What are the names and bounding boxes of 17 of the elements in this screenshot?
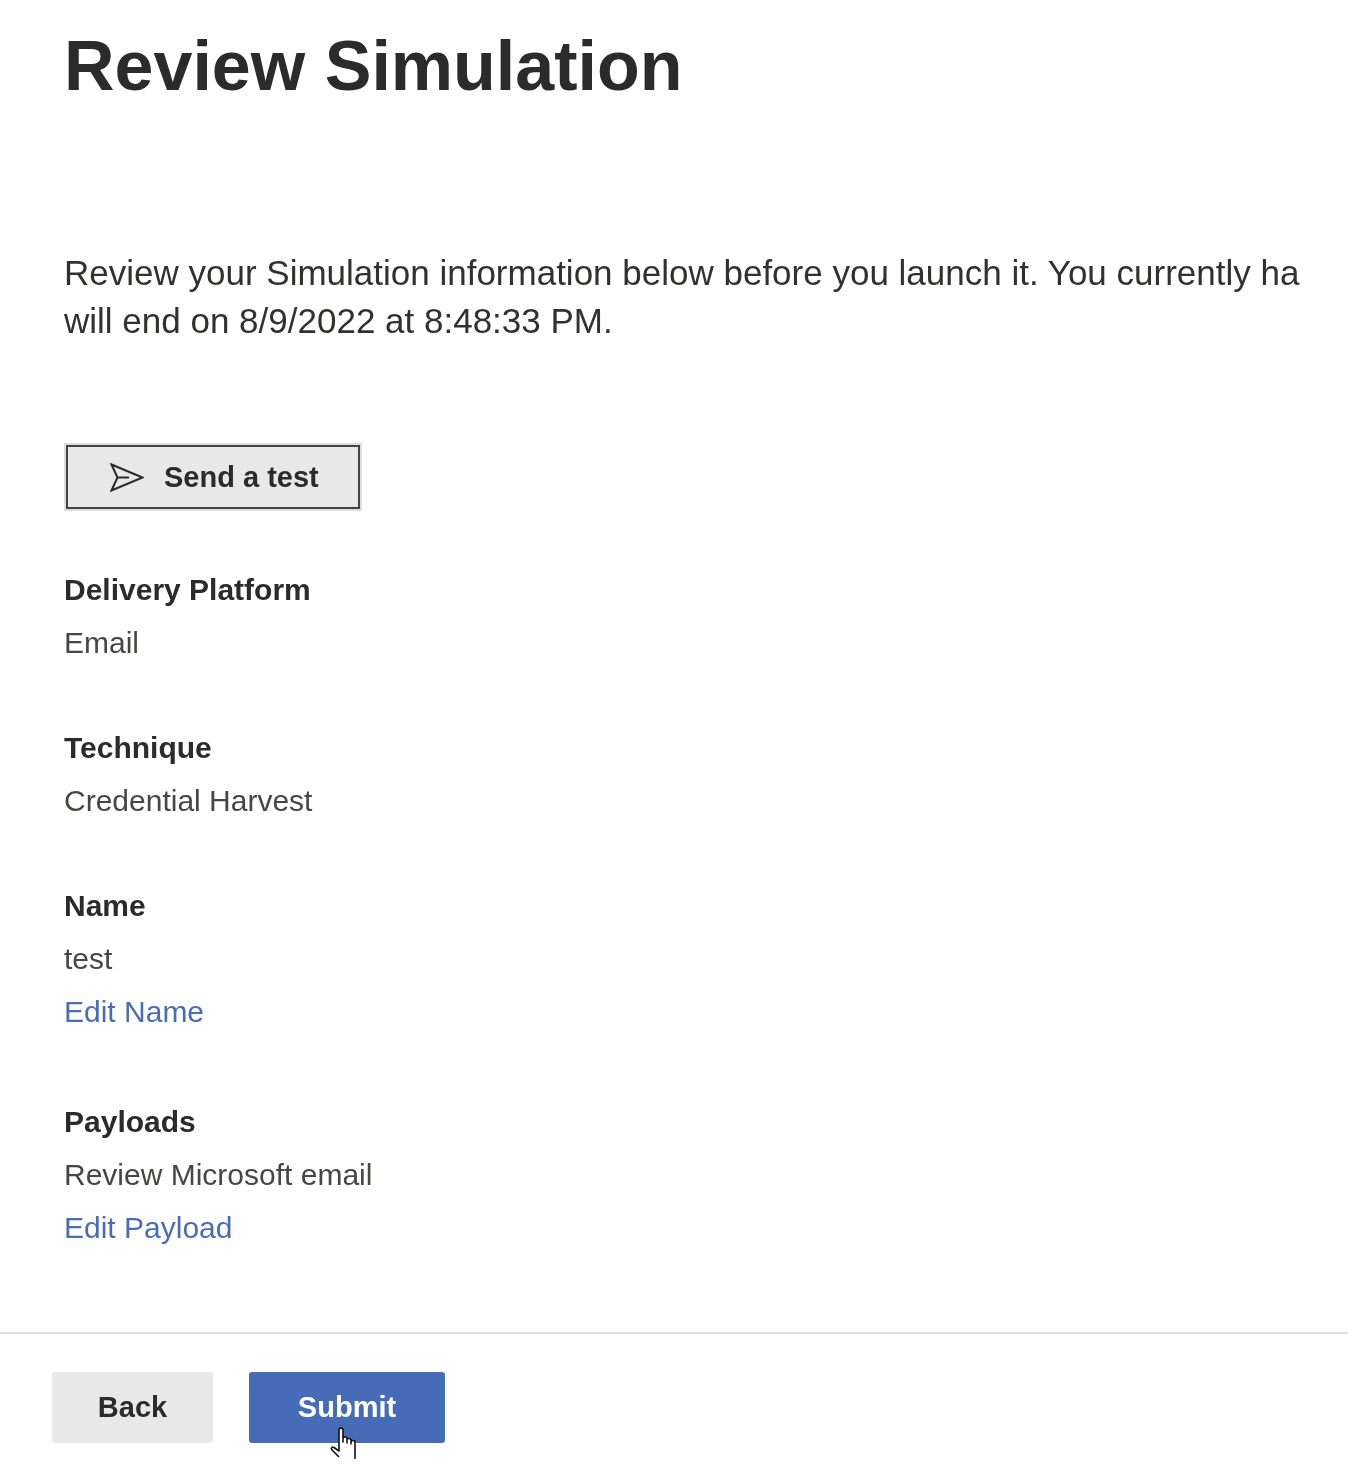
field-label: Payloads xyxy=(64,1104,196,1140)
field-value: Email xyxy=(64,625,139,661)
field-value: test xyxy=(64,941,113,977)
description-text: will end on 8/9/2022 at 8:48:33 PM. xyxy=(64,300,613,342)
field-label: Technique xyxy=(64,730,212,766)
field-label: Delivery Platform xyxy=(64,572,311,608)
field-label: Name xyxy=(64,888,146,924)
field-value: Review Microsoft email xyxy=(64,1157,373,1193)
page-title: Review Simulation xyxy=(64,26,683,106)
send-test-button[interactable]: Send a test xyxy=(66,445,360,509)
edit-link[interactable]: Edit Payload xyxy=(64,1211,233,1244)
back-button[interactable]: Back xyxy=(52,1372,213,1443)
description-text: Review your Simulation information below before you launch it. You currently ha xyxy=(64,252,1300,294)
submit-button[interactable]: Submit xyxy=(249,1372,445,1443)
edit-link[interactable]: Edit Name xyxy=(64,995,205,1028)
send-icon xyxy=(110,462,144,492)
field-value: Credential Harvest xyxy=(64,783,313,819)
